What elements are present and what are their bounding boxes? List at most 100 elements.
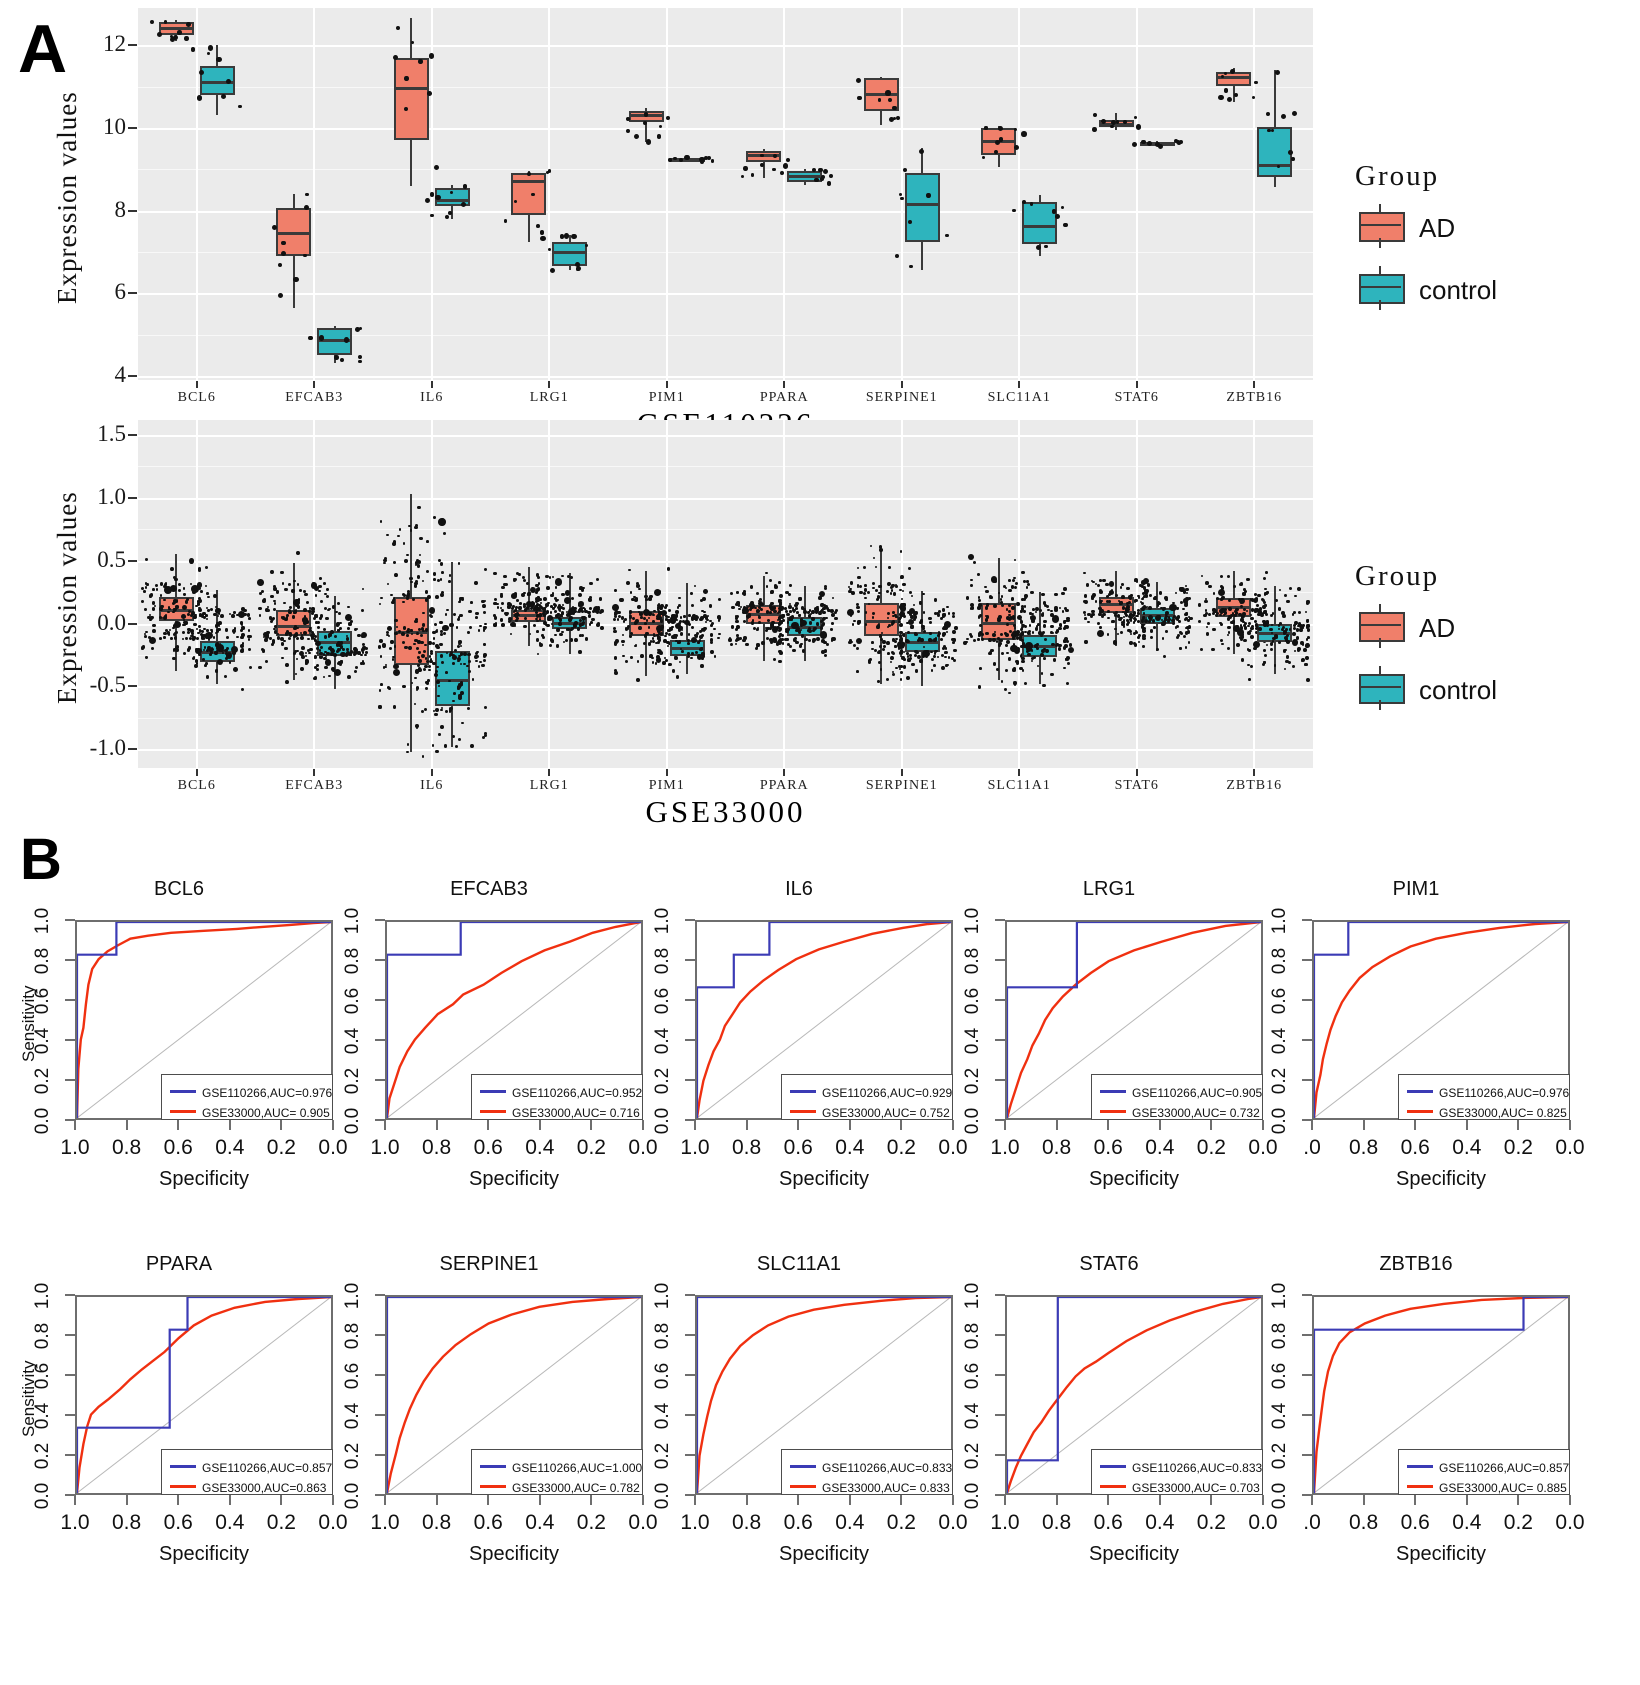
jitter-point bbox=[1142, 586, 1147, 590]
roc-x-tick-label: 0.8 bbox=[731, 1511, 762, 1534]
jitter-point bbox=[693, 584, 697, 588]
roc-plot-serpine1: SERPINE1 0.0 0.2 0.4 0.6 0.8 1.0 1.0 0.8 0.6 0.4 0.… bbox=[325, 1253, 658, 1573]
jitter-point bbox=[477, 665, 481, 668]
median-line bbox=[1257, 163, 1293, 167]
jitter-point bbox=[636, 660, 640, 664]
roc-y-tick-label: 0.2 bbox=[1269, 1067, 1290, 1095]
jitter-point bbox=[626, 624, 630, 629]
jitter-point bbox=[908, 567, 912, 571]
jitter-point bbox=[443, 532, 447, 536]
jitter-point bbox=[1136, 124, 1142, 130]
median-line bbox=[393, 87, 429, 91]
jitter-point bbox=[539, 601, 543, 605]
legend-key-whisker bbox=[1379, 638, 1381, 648]
roc-legend: GSE110266,AUC=0.952 GSE33000,AUC= 0.716 bbox=[471, 1074, 643, 1120]
jitter-point bbox=[987, 638, 992, 642]
jitter-point bbox=[197, 607, 202, 612]
jitter-point bbox=[513, 577, 517, 582]
jitter-point bbox=[353, 649, 359, 655]
jitter-point bbox=[185, 21, 192, 27]
roc-x-tick-mark bbox=[1311, 1495, 1313, 1505]
jitter-point bbox=[1032, 655, 1037, 660]
roc-y-tick-mark bbox=[995, 959, 1005, 961]
jitter-point bbox=[315, 663, 319, 667]
roc-legend-swatch bbox=[170, 1090, 196, 1093]
jitter-point bbox=[193, 635, 197, 639]
jitter-point bbox=[1221, 642, 1224, 645]
jitter-point bbox=[322, 675, 326, 679]
jitter-point bbox=[481, 663, 485, 668]
jitter-point bbox=[663, 639, 667, 644]
jitter-point bbox=[364, 653, 367, 657]
jitter-point bbox=[1297, 610, 1302, 614]
jitter-point bbox=[577, 593, 582, 598]
jitter-point bbox=[303, 253, 307, 258]
jitter-point bbox=[313, 655, 318, 659]
roc-y-tick-label: 0.6 bbox=[962, 987, 983, 1015]
jitter-point bbox=[578, 650, 582, 654]
roc-x-axis-label: Specificity bbox=[1088, 1168, 1180, 1190]
jitter-point bbox=[1083, 571, 1086, 575]
jitter-point bbox=[1292, 111, 1298, 117]
roc-legend-swatch bbox=[1100, 1465, 1126, 1468]
jitter-point bbox=[899, 630, 903, 635]
jitter-point bbox=[301, 654, 305, 659]
jitter-point bbox=[284, 647, 288, 651]
jitter-point bbox=[1140, 618, 1145, 623]
jitter-point bbox=[1174, 591, 1178, 595]
median-line bbox=[1022, 224, 1058, 228]
jitter-point bbox=[771, 626, 779, 633]
jitter-point bbox=[908, 590, 912, 594]
jitter-point bbox=[1249, 613, 1253, 616]
jitter-point bbox=[519, 602, 523, 605]
legend-key-control bbox=[1359, 274, 1405, 304]
jitter-point bbox=[743, 590, 746, 593]
roc-x-tick-mark bbox=[1569, 1120, 1571, 1130]
jitter-point bbox=[591, 610, 596, 614]
jitter-point bbox=[365, 651, 369, 654]
jitter-point bbox=[316, 625, 321, 630]
roc-x-tick-label: 0.4 bbox=[215, 1136, 245, 1159]
median-line bbox=[511, 180, 547, 184]
jitter-point bbox=[1083, 617, 1087, 621]
jitter-point bbox=[966, 637, 969, 641]
legend-key-whisker bbox=[1379, 238, 1381, 248]
jitter-point bbox=[636, 678, 640, 682]
roc-legend-label: GSE110266,AUC=0.833 bbox=[822, 1461, 953, 1475]
jitter-point bbox=[405, 634, 409, 638]
jitter-point bbox=[952, 615, 956, 619]
jitter-point bbox=[202, 648, 205, 651]
jitter-point bbox=[984, 585, 988, 589]
jitter-point bbox=[941, 666, 946, 671]
legend-key-median bbox=[1359, 624, 1401, 626]
jitter-point bbox=[181, 604, 188, 610]
roc-y-tick-mark bbox=[65, 959, 75, 961]
jitter-point bbox=[589, 581, 593, 586]
jitter-point bbox=[177, 582, 182, 587]
jitter-point bbox=[552, 592, 555, 595]
jitter-point bbox=[1240, 618, 1244, 622]
x-tick-mark bbox=[665, 769, 668, 776]
roc-y-tick-label: 0.6 bbox=[652, 987, 673, 1015]
jitter-point bbox=[1263, 653, 1268, 658]
jitter-point bbox=[1224, 88, 1229, 93]
jitter-point bbox=[1013, 128, 1018, 132]
jitter-point bbox=[756, 608, 760, 613]
jitter-point bbox=[1059, 606, 1062, 609]
jitter-point bbox=[393, 645, 397, 648]
jitter-point bbox=[879, 668, 883, 671]
jitter-point bbox=[1265, 643, 1269, 647]
jitter-point bbox=[1266, 111, 1271, 116]
jitter-point bbox=[1116, 632, 1119, 635]
jitter-point bbox=[339, 626, 343, 630]
jitter-point bbox=[500, 618, 504, 622]
jitter-point bbox=[687, 633, 691, 636]
jitter-point bbox=[205, 661, 209, 665]
jitter-point bbox=[883, 644, 887, 648]
gridline-vertical bbox=[1018, 420, 1021, 768]
jitter-point bbox=[1100, 118, 1106, 124]
jitter-point bbox=[426, 90, 432, 96]
jitter-point bbox=[1207, 613, 1211, 617]
jitter-point bbox=[1230, 68, 1235, 74]
jitter-point bbox=[759, 162, 764, 167]
